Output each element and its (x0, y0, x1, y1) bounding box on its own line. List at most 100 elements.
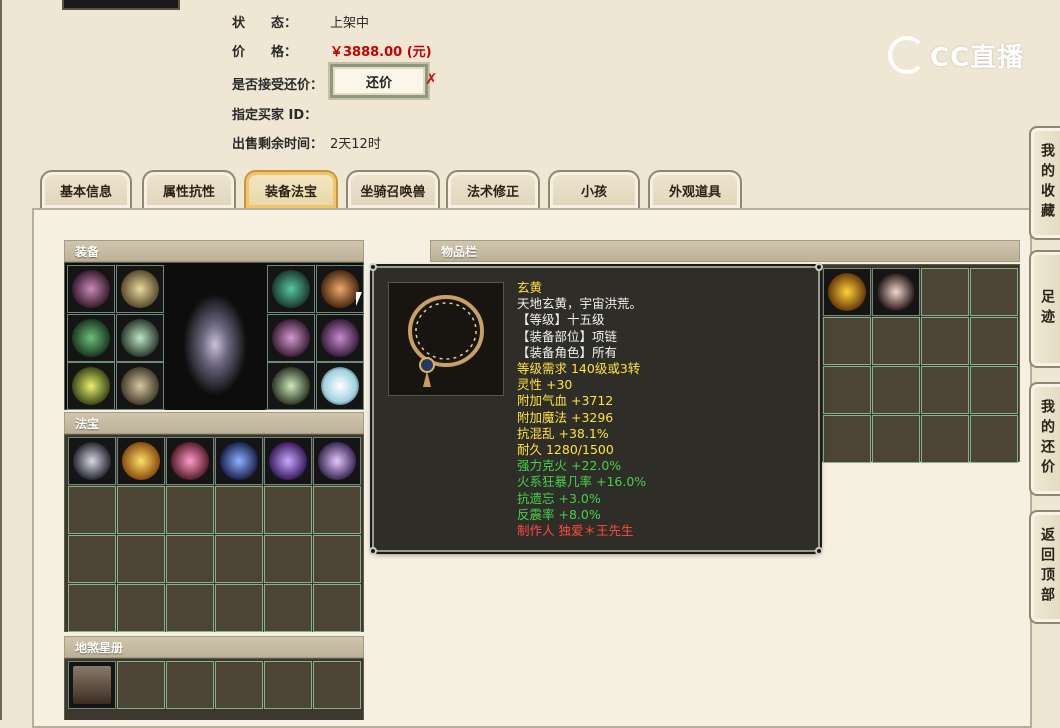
inventory-empty-slot[interactable] (921, 366, 969, 414)
inventory-empty-slot[interactable] (872, 415, 920, 463)
inventory-empty-slot[interactable] (872, 366, 920, 414)
treasure-slot-6[interactable] (313, 437, 361, 485)
star-book-empty-slot[interactable] (166, 661, 214, 709)
equip-slot-2[interactable] (116, 265, 164, 313)
item-level: 【等级】十五级 (517, 312, 605, 328)
tooltip-corner (815, 547, 823, 555)
tooltip-corner (369, 547, 377, 555)
treasure-item-icon (171, 442, 209, 480)
inventory-empty-slot[interactable] (823, 415, 871, 463)
side-tab-my-offers[interactable]: 我的还价 (1029, 382, 1060, 496)
time-label: 出售剩余时间： (232, 137, 324, 152)
tab-attributes[interactable]: 属性抗性 (142, 170, 236, 208)
star-book-empty-slot[interactable] (117, 661, 165, 709)
treasure-grid (64, 434, 364, 632)
star-book-slot-1[interactable] (68, 661, 116, 709)
treasure-item-icon (220, 442, 258, 480)
equipment-item-icon (72, 319, 110, 357)
treasure-empty-slot[interactable] (68, 584, 116, 632)
equip-slot-10[interactable] (316, 314, 364, 362)
star-book-empty-slot[interactable] (215, 661, 263, 709)
equip-slot-3[interactable] (67, 314, 115, 362)
price-row: 价 格： ￥3888.00 (元) (232, 41, 432, 60)
inventory-empty-slot[interactable] (823, 366, 871, 414)
star-book-empty-slot[interactable] (313, 661, 361, 709)
buyer-label: 指定买家 ID： (232, 108, 318, 123)
treasure-empty-slot[interactable] (117, 584, 165, 632)
treasure-slot-1[interactable] (68, 437, 116, 485)
counter-offer-button[interactable]: 还价 (328, 62, 430, 100)
equip-slot-5[interactable] (67, 362, 115, 410)
tooltip-text: 玄黄 天地玄黄，宇宙洪荒。 【等级】十五级 【装备部位】项链 【装备角色】所有 … (517, 280, 646, 539)
tab-appearance[interactable]: 外观道具 (648, 170, 742, 208)
equipment-item-icon (72, 270, 110, 308)
treasure-empty-slot[interactable] (264, 584, 312, 632)
treasure-empty-slot[interactable] (68, 486, 116, 534)
equipment-grid (64, 262, 364, 410)
equip-slot-6[interactable] (116, 362, 164, 410)
equip-slot-7[interactable] (267, 265, 315, 313)
inventory-empty-slot[interactable] (823, 317, 871, 365)
side-tab-favorites[interactable]: 我的收藏 (1029, 126, 1060, 240)
status-label: 状 态： (232, 16, 298, 31)
status-row: 状 态： 上架中 (232, 12, 369, 31)
equip-slot-9[interactable] (267, 314, 315, 362)
treasure-empty-slot[interactable] (117, 486, 165, 534)
inventory-empty-slot[interactable] (970, 268, 1018, 316)
treasure-empty-slot[interactable] (215, 535, 263, 583)
treasure-empty-slot[interactable] (215, 486, 263, 534)
treasure-empty-slot[interactable] (117, 535, 165, 583)
character-thumbnail[interactable] (62, 0, 180, 10)
inventory-empty-slot[interactable] (921, 415, 969, 463)
treasure-empty-slot[interactable] (166, 486, 214, 534)
star-book-header: 地煞星册 (64, 636, 364, 658)
star-book-grid (64, 658, 364, 720)
inventory-item-icon (828, 273, 866, 311)
tab-child[interactable]: 小孩 (548, 170, 640, 208)
treasure-slot-4[interactable] (215, 437, 263, 485)
tab-basic-info[interactable]: 基本信息 (40, 170, 132, 208)
equip-slot-1[interactable] (67, 265, 115, 313)
inventory-slot-1[interactable] (823, 268, 871, 316)
tab-mounts-summons[interactable]: 坐骑召唤兽 (346, 170, 440, 208)
treasure-empty-slot[interactable] (166, 584, 214, 632)
equipment-item-icon (272, 367, 310, 405)
tab-equipment[interactable]: 装备法宝 (244, 170, 338, 208)
inventory-empty-slot[interactable] (921, 317, 969, 365)
side-tab-back-to-top[interactable]: 返回顶部 (1029, 510, 1060, 624)
inventory-empty-slot[interactable] (872, 317, 920, 365)
equip-slot-4[interactable] (116, 314, 164, 362)
inventory-empty-slot[interactable] (921, 268, 969, 316)
item-stat: 附加魔法 +3296 (517, 409, 614, 425)
tab-spell-fix[interactable]: 法术修正 (446, 170, 540, 208)
treasure-empty-slot[interactable] (313, 535, 361, 583)
inventory-empty-slot[interactable] (970, 415, 1018, 463)
equipment-item-icon (72, 367, 110, 405)
treasure-empty-slot[interactable] (313, 486, 361, 534)
tooltip-corner (815, 263, 823, 271)
star-book-empty-slot[interactable] (264, 661, 312, 709)
treasure-slot-5[interactable] (264, 437, 312, 485)
treasure-empty-slot[interactable] (166, 535, 214, 583)
treasure-empty-slot[interactable] (264, 535, 312, 583)
treasure-slot-3[interactable] (166, 437, 214, 485)
inventory-empty-slot[interactable] (970, 366, 1018, 414)
treasure-header: 法宝 (64, 412, 364, 434)
equip-slot-12[interactable] (316, 362, 364, 410)
treasure-empty-slot[interactable] (313, 584, 361, 632)
left-border (0, 0, 2, 720)
treasure-empty-slot[interactable] (215, 584, 263, 632)
star-book-item-icon (73, 666, 111, 704)
side-tab-footprint[interactable]: 足迹 (1029, 250, 1060, 368)
inventory-empty-slot[interactable] (970, 317, 1018, 365)
equipment-header: 装备 (64, 240, 364, 262)
treasure-slot-2[interactable] (117, 437, 165, 485)
equip-slot-11[interactable] (267, 362, 315, 410)
item-bonus-stat: 火系狂暴几率 +16.0% (517, 474, 647, 490)
item-stat: 附加气血 +3712 (517, 393, 614, 409)
inventory-header: 物品栏 (430, 240, 1020, 262)
treasure-empty-slot[interactable] (264, 486, 312, 534)
inventory-slot-2[interactable] (872, 268, 920, 316)
item-slot: 【装备部位】项链 (517, 328, 618, 344)
treasure-empty-slot[interactable] (68, 535, 116, 583)
